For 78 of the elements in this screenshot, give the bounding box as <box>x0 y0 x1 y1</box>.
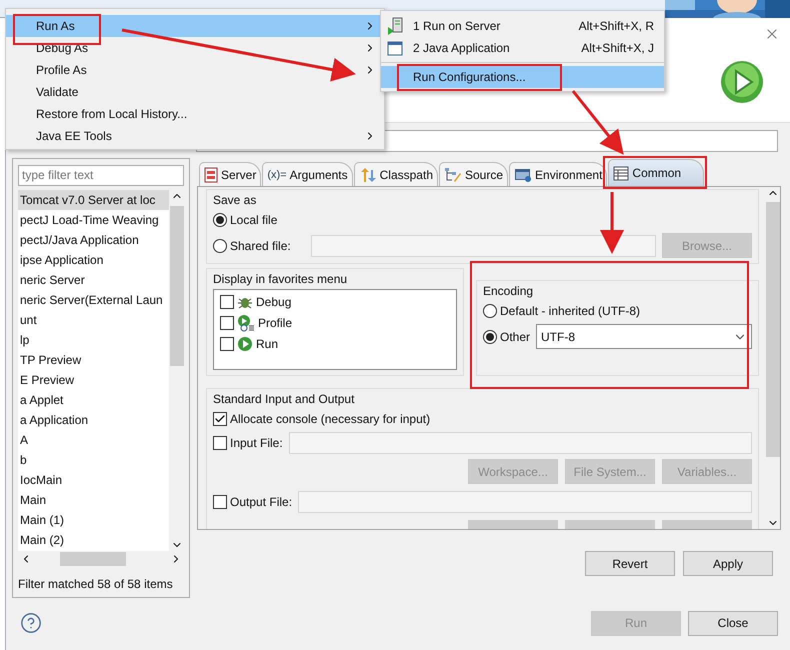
config-item[interactable]: TP Preview <box>18 350 169 370</box>
input-field[interactable] <box>298 491 752 513</box>
window-icon <box>514 166 532 182</box>
checkbox-label: Output File: <box>230 495 292 509</box>
server-icon <box>387 17 403 35</box>
group-title: Display in favorites menu <box>213 272 348 286</box>
input-field[interactable] <box>288 432 752 454</box>
config-item[interactable]: neric Server <box>18 270 169 290</box>
checkbox[interactable] <box>220 337 234 351</box>
checkbox[interactable] <box>213 412 227 426</box>
config-item[interactable]: Main (2) <box>18 530 169 550</box>
tab[interactable]: Server <box>199 162 262 186</box>
config-item[interactable]: A <box>18 430 169 450</box>
radio-label: Local file <box>230 213 278 227</box>
config-item[interactable]: pectJ/Java Application <box>18 230 169 250</box>
group-title: Save as <box>213 193 258 207</box>
checkbox[interactable] <box>220 316 234 330</box>
radio-label: Shared file: <box>230 238 291 252</box>
input-field[interactable] <box>310 234 656 256</box>
menu-item[interactable]: 2 Java Application Alt+Shift+X, J <box>381 37 664 59</box>
config-item[interactable]: IocMain <box>18 470 169 490</box>
tab[interactable]: Source <box>439 162 508 186</box>
tab[interactable]: Classpath <box>354 162 438 186</box>
tab[interactable]: (x)= Arguments <box>262 162 353 186</box>
config-item[interactable]: unt <box>18 310 169 330</box>
menu-item[interactable]: Profile As <box>6 59 384 81</box>
radio-label: Other <box>500 330 530 344</box>
action-button[interactable]: Revert <box>585 551 675 576</box>
run-icon <box>237 336 253 352</box>
checkbox-label: Allocate console (necessary for input) <box>230 412 430 426</box>
checkbox-label: Run <box>256 337 278 351</box>
variable-icon: (x)= <box>267 168 287 180</box>
config-item[interactable]: E Preview <box>18 370 169 390</box>
checkbox-label: Profile <box>258 316 292 330</box>
config-item[interactable]: pectJ Load-Time Weaving <box>18 210 169 230</box>
window-icon <box>387 40 403 56</box>
menu-item[interactable]: Validate <box>6 81 384 103</box>
radio-button[interactable] <box>483 330 497 344</box>
table-icon <box>613 166 630 180</box>
config-item[interactable]: neric Server(External Laun <box>18 290 169 310</box>
radio-button[interactable] <box>213 238 227 252</box>
config-item[interactable]: Main (1) <box>18 510 169 530</box>
filter-field[interactable]: type filter text <box>18 165 184 186</box>
profile-icon <box>237 314 255 332</box>
config-item[interactable]: Main <box>18 490 169 510</box>
dialog-button[interactable]: Close <box>688 610 778 636</box>
tab[interactable]: Common <box>608 159 704 186</box>
action-button[interactable]: Apply <box>683 551 773 576</box>
checkbox[interactable] <box>213 436 227 450</box>
group-title: Encoding <box>483 284 534 298</box>
radio-button[interactable] <box>213 213 227 227</box>
server-icon <box>204 166 218 182</box>
tab[interactable]: Environment <box>509 162 608 186</box>
play-icon <box>720 60 764 104</box>
config-item[interactable]: Tomcat v7.0 Server at loc <box>18 190 169 210</box>
help-icon[interactable] <box>20 612 42 634</box>
tree-icon <box>444 166 462 182</box>
menu-item[interactable]: Java EE Tools <box>6 125 384 147</box>
group-title: Standard Input and Output <box>213 392 356 406</box>
annotation-arrow <box>600 192 624 254</box>
config-item[interactable]: a Application <box>18 410 169 430</box>
checkbox-label: Debug <box>256 295 292 309</box>
config-item[interactable]: lp <box>18 330 169 350</box>
filter-status: Filter matched 58 of 58 items <box>18 577 174 591</box>
encoding-dropdown[interactable]: UTF-8 <box>536 324 752 349</box>
checkbox-label: Input File: <box>230 436 283 450</box>
annotation-arrow <box>572 90 624 155</box>
checkbox[interactable] <box>220 295 234 309</box>
config-item[interactable]: b <box>18 450 169 470</box>
checkbox[interactable] <box>213 495 227 509</box>
menu-item[interactable]: Restore from Local History... <box>6 103 384 125</box>
config-item[interactable]: a Applet <box>18 390 169 410</box>
menu-item[interactable]: 1 Run on Server Alt+Shift+X, R <box>381 15 664 37</box>
radio-label: Default - inherited (UTF-8) <box>500 304 640 318</box>
config-item[interactable]: ipse Application <box>18 250 169 270</box>
arrows-icon <box>358 166 377 182</box>
radio-button[interactable] <box>483 304 497 318</box>
menu-item[interactable]: Run Configurations... <box>381 66 664 88</box>
